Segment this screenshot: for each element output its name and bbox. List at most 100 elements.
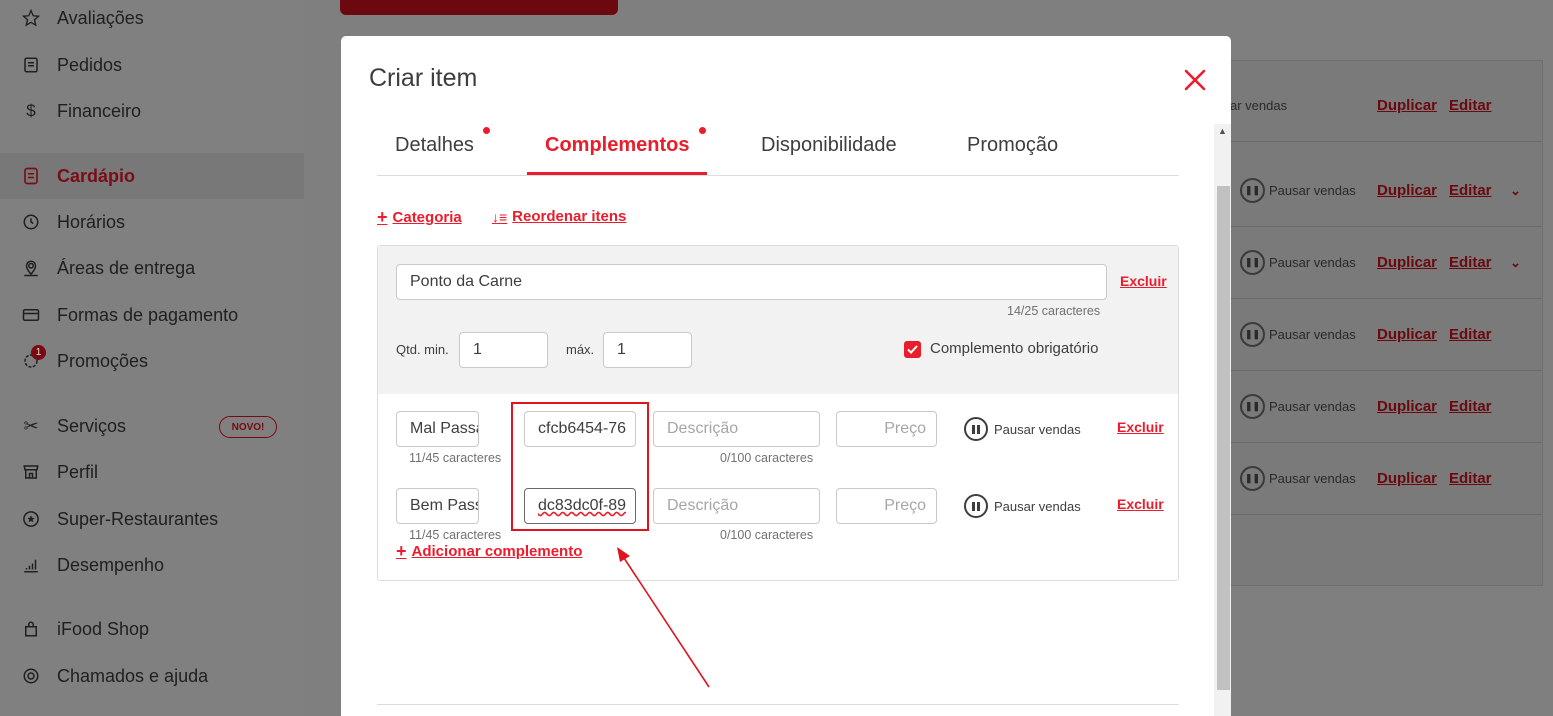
pause-sales-toggle[interactable]: Pausar vendas (964, 417, 1081, 441)
add-complement-link[interactable]: + Adicionar complemento (396, 542, 582, 560)
tab-complementos[interactable]: Complementos (545, 134, 689, 176)
notification-badge: 1 (31, 345, 46, 360)
required-checkbox[interactable] (904, 341, 921, 358)
tab-error-dot (699, 127, 706, 134)
sidebar-item-horarios[interactable]: Horários (0, 202, 304, 242)
duplicate-link[interactable]: Duplicar (1377, 326, 1437, 343)
plus-icon: + (377, 207, 388, 227)
lifebuoy-icon (22, 667, 40, 685)
receipt-icon (22, 56, 40, 74)
delete-group-link[interactable]: Excluir (1120, 273, 1167, 289)
sidebar-item-areas-entrega[interactable]: Áreas de entrega (0, 248, 304, 288)
sidebar-item-ifood-shop[interactable]: iFood Shop (0, 609, 304, 649)
sidebar-item-super-restaurantes[interactable]: Super-Restaurantes (0, 499, 304, 539)
sort-icon: ↓≡ (492, 208, 508, 225)
scrollbar-thumb[interactable] (1217, 186, 1230, 690)
tab-bar: Detalhes Complementos Disponibilidade Pr… (377, 124, 1179, 176)
shopping-bag-icon (22, 620, 40, 638)
sidebar-item-desempenho[interactable]: Desempenho (0, 545, 304, 585)
description-counter: 0/100 caracteres (720, 528, 814, 542)
description-counter: 0/100 caracteres (720, 451, 814, 465)
duplicate-link[interactable]: Duplicar (1377, 97, 1437, 114)
storefront-icon (22, 463, 40, 481)
sidebar-item-formas-pagamento[interactable]: Formas de pagamento (0, 295, 304, 335)
complement-name-input[interactable]: Bem Passado (396, 488, 479, 524)
complement-price-input[interactable]: Preço (836, 411, 937, 447)
modal-title: Criar item (369, 64, 478, 92)
close-icon[interactable] (1183, 68, 1207, 92)
qty-max-label: máx. (566, 342, 595, 357)
modal-scrollbar[interactable]: ▲ (1214, 124, 1231, 716)
sidebar-item-promocoes[interactable]: 1 Promoções (0, 341, 304, 381)
required-label: Complemento obrigatório (930, 340, 1099, 357)
edit-link[interactable]: Editar (1449, 398, 1492, 415)
duplicate-link[interactable]: Duplicar (1377, 182, 1437, 199)
edit-link[interactable]: Editar (1449, 97, 1492, 114)
edit-link[interactable]: Editar (1449, 182, 1492, 199)
tab-detalhes[interactable]: Detalhes (395, 134, 474, 176)
sidebar: Avaliações Pedidos $ Financeiro Cardápio… (0, 0, 304, 716)
complement-price-input[interactable]: Preço (836, 488, 937, 524)
complement-description-input[interactable]: Descrição (653, 488, 820, 524)
plus-icon: + (396, 541, 407, 561)
complement-code-input[interactable]: dc83dc0f-89 (524, 488, 636, 524)
table-row: ❚❚ Pausar vendas Duplicar Editar ⌄ (1230, 227, 1543, 299)
star-icon (22, 9, 40, 27)
table-row: ❚❚ Pausar vendas Duplicar Editar ⌄ (1230, 155, 1543, 227)
table-row: ❚❚ Pausar vendas Duplicar Editar (1230, 299, 1543, 371)
pause-sales-toggle[interactable]: Pausar vendas (964, 494, 1081, 518)
credit-card-icon (22, 306, 40, 324)
delete-complement-link[interactable]: Excluir (1117, 419, 1164, 435)
qty-min-input[interactable]: 1 (459, 332, 548, 368)
scroll-up-icon[interactable]: ▲ (1218, 126, 1227, 136)
pause-icon[interactable]: ❚❚ (1240, 466, 1265, 491)
reorder-items-link[interactable]: ↓≡ Reordenar itens (492, 208, 626, 225)
tab-promocao[interactable]: Promoção (967, 134, 1058, 176)
duplicate-link[interactable]: Duplicar (1377, 398, 1437, 415)
complement-name-counter: 11/45 caracteres (409, 451, 502, 465)
pause-icon[interactable]: ❚❚ (1240, 394, 1265, 419)
sidebar-item-cardapio[interactable]: Cardápio (0, 153, 304, 199)
sidebar-item-avaliacoes[interactable]: Avaliações (0, 0, 304, 38)
duplicate-link[interactable]: Duplicar (1377, 254, 1437, 271)
sidebar-item-chamados-ajuda[interactable]: Chamados e ajuda (0, 656, 304, 696)
qty-max-input[interactable]: 1 (603, 332, 692, 368)
chevron-down-icon[interactable]: ⌄ (1510, 183, 1521, 199)
modal-footer-divider (377, 704, 1179, 705)
edit-link[interactable]: Editar (1449, 470, 1492, 487)
pause-icon (964, 494, 988, 518)
delete-complement-link[interactable]: Excluir (1117, 496, 1164, 512)
complement-code-input[interactable]: cfcb6454-76 (524, 411, 636, 447)
complement-description-input[interactable]: Descrição (653, 411, 820, 447)
new-badge: NOVO! (219, 416, 277, 438)
pause-icon[interactable]: ❚❚ (1240, 322, 1265, 347)
edit-link[interactable]: Editar (1449, 326, 1492, 343)
sidebar-item-servicos[interactable]: ✂ Serviços NOVO! (0, 406, 304, 446)
edit-link[interactable]: Editar (1449, 254, 1492, 271)
tab-disponibilidade[interactable]: Disponibilidade (761, 134, 897, 176)
pause-icon (964, 417, 988, 441)
table-row: ❚❚ Pausar vendas Duplicar Editar (1230, 371, 1543, 443)
star-circle-icon (22, 510, 40, 528)
pause-icon[interactable]: ❚❚ (1240, 178, 1265, 203)
pause-icon[interactable]: ❚❚ (1240, 250, 1265, 275)
table-row: ❚❚ Pausar vendas Duplicar Editar (1230, 443, 1543, 515)
chart-bars-icon (22, 556, 40, 574)
chevron-down-icon[interactable]: ⌄ (1510, 255, 1521, 271)
sidebar-item-perfil[interactable]: Perfil (0, 452, 304, 492)
table-row: ar vendas Duplicar Editar (1230, 70, 1543, 142)
group-name-input[interactable]: Ponto da Carne (396, 264, 1107, 300)
duplicate-link[interactable]: Duplicar (1377, 470, 1437, 487)
complement-name-counter: 11/45 caracteres (409, 528, 502, 542)
complement-group-panel: Ponto da Carne 14/25 caracteres Excluir … (377, 245, 1179, 581)
sidebar-item-pedidos[interactable]: Pedidos (0, 45, 304, 85)
qty-min-label: Qtd. min. (396, 342, 449, 357)
active-tab-indicator (527, 172, 707, 175)
add-category-link[interactable]: + Categoria (377, 208, 462, 226)
map-pin-icon (22, 259, 40, 277)
sidebar-item-financeiro[interactable]: $ Financeiro (0, 91, 304, 131)
create-item-modal: Criar item ▲ Detalhes Complementos Dispo… (341, 36, 1231, 716)
primary-action-button[interactable] (340, 0, 618, 15)
clock-icon (22, 213, 40, 231)
complement-name-input[interactable]: Mal Passado (396, 411, 479, 447)
